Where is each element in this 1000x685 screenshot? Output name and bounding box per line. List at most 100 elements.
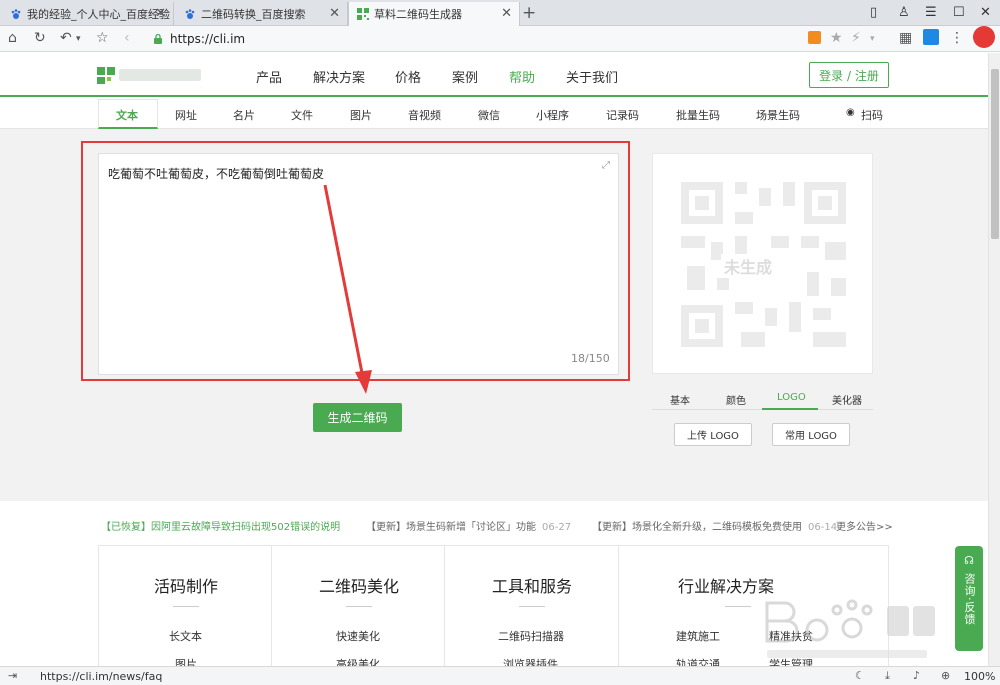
- back-icon[interactable]: ‹: [124, 30, 130, 46]
- close-tab-icon[interactable]: ✕: [155, 6, 166, 21]
- divider: [725, 606, 751, 607]
- tab-batch[interactable]: 批量生码: [676, 107, 720, 123]
- browser-tab-caoliao[interactable]: 草料二维码生成器 ✕: [348, 2, 520, 26]
- browser-status-bar: ⇥ https://cli.im/news/faq ☾ ⤓ ♪ ⊕ 100%: [0, 666, 1000, 685]
- login-register-button[interactable]: 登录 / 注册: [809, 62, 889, 88]
- download-icon[interactable]: ⤓: [885, 669, 890, 683]
- url-bar[interactable]: https://cli.im: [152, 28, 882, 50]
- tab-mini-program[interactable]: 小程序: [536, 107, 569, 123]
- feature-column: 工具和服务 二维码扫描器 浏览器插件: [445, 546, 619, 671]
- caoliao-logo[interactable]: [97, 65, 205, 85]
- device-icon[interactable]: ▯: [870, 5, 877, 20]
- lock-icon: [154, 33, 162, 44]
- address-toolbar: ⌂ ↻ ↶ ▾ ☆ ‹ https://cli.im ★ ⚡ ▾ ▦ ⋮: [0, 26, 1000, 52]
- baidu-watermark-logo: [765, 599, 935, 658]
- divider: [519, 606, 545, 607]
- news-item[interactable]: 【更新】场景生码新增「讨论区」功能 06-27: [366, 518, 571, 533]
- generate-qr-button[interactable]: 生成二维码: [313, 403, 402, 432]
- tab-title: 二维码转换_百度搜索: [201, 8, 306, 21]
- column-title: 活码制作: [154, 577, 219, 596]
- consult-label: 咨询·反馈: [963, 573, 976, 626]
- upload-logo-button[interactable]: 上传 LOGO: [674, 423, 752, 446]
- qr-tab-logo[interactable]: LOGO: [777, 392, 806, 403]
- maximize-icon[interactable]: ☐: [953, 5, 965, 20]
- zoom-level[interactable]: 100%: [964, 670, 995, 683]
- tab-record-code[interactable]: 记录码: [606, 107, 639, 123]
- new-tab-icon[interactable]: +: [522, 3, 536, 23]
- tab-image[interactable]: 图片: [350, 107, 372, 123]
- divider: [346, 606, 372, 607]
- column-title: 工具和服务: [492, 577, 573, 596]
- nav-product[interactable]: 产品: [256, 67, 282, 86]
- common-logo-button[interactable]: 常用 LOGO: [772, 423, 850, 446]
- baidu-paw-icon: [11, 9, 21, 19]
- qr-tab-beautifier[interactable]: 美化器: [832, 392, 862, 407]
- feature-link[interactable]: 二维码扫描器: [498, 628, 564, 644]
- volume-icon[interactable]: ♪: [913, 669, 920, 682]
- baidu-paw-icon: [185, 9, 195, 19]
- rss-icon[interactable]: [808, 31, 821, 44]
- tab-scan[interactable]: 扫码: [861, 107, 883, 123]
- nav-help[interactable]: 帮助: [509, 67, 535, 86]
- tab-text[interactable]: 文本: [116, 107, 138, 123]
- tab-url[interactable]: 网址: [175, 107, 197, 123]
- tab-card[interactable]: 名片: [233, 107, 255, 123]
- close-tab-icon[interactable]: ✕: [501, 6, 512, 21]
- announcement-bar: 【已恢复】因阿里云故障导致扫码出现502错误的说明 【更新】场景生码新增「讨论区…: [0, 501, 988, 545]
- news-item[interactable]: 【已恢复】因阿里云故障导致扫码出现502错误的说明: [101, 518, 340, 533]
- tab-file[interactable]: 文件: [291, 107, 313, 123]
- sidebar-toggle-icon[interactable]: ⇥: [8, 669, 17, 682]
- close-window-icon[interactable]: ✕: [980, 5, 991, 20]
- column-title: 二维码美化: [319, 577, 400, 596]
- page-scrollbar[interactable]: [988, 53, 1000, 666]
- reload-icon[interactable]: ↻: [34, 30, 46, 46]
- zoom-in-icon[interactable]: ⊕: [941, 669, 950, 682]
- grid-icon[interactable]: ▦: [899, 30, 912, 46]
- headset-icon: ☊: [964, 554, 974, 567]
- url-text: https://cli.im: [170, 32, 246, 46]
- qr-tab-basic[interactable]: 基本: [670, 392, 690, 407]
- shirt-skin-icon[interactable]: ♙: [898, 5, 910, 20]
- consult-feedback-button[interactable]: ☊ 咨询·反馈: [955, 546, 983, 651]
- status-url: https://cli.im/news/faq: [40, 670, 163, 683]
- nav-cases[interactable]: 案例: [452, 67, 478, 86]
- tab-wechat[interactable]: 微信: [478, 107, 500, 123]
- browser-tab-baidu-experience[interactable]: 我的经验_个人中心_百度经验 ✕: [2, 2, 174, 26]
- news-item[interactable]: 【更新】场景化全新升级，二维码模板免费使用 06-14: [592, 518, 837, 533]
- scrollbar-thumb[interactable]: [991, 69, 999, 239]
- undo-icon[interactable]: ↶: [60, 30, 72, 46]
- moon-icon[interactable]: ☾: [855, 669, 865, 682]
- menu-icon[interactable]: ☰: [925, 5, 937, 20]
- avatar[interactable]: [973, 26, 995, 48]
- nav-pricing[interactable]: 价格: [395, 67, 421, 86]
- browser-tab-baidu-search[interactable]: 二维码转换_百度搜索 ✕: [176, 2, 348, 26]
- chevron-down-icon[interactable]: ▾: [870, 34, 875, 44]
- nav-about[interactable]: 关于我们: [566, 67, 618, 86]
- feature-column: 二维码美化 快速美化 高级美化: [272, 546, 445, 671]
- tab-audio-video[interactable]: 音视频: [408, 107, 441, 123]
- scan-icon[interactable]: ◉: [846, 107, 855, 118]
- close-tab-icon[interactable]: ✕: [329, 6, 340, 21]
- more-announcements-link[interactable]: 更多公告>>: [836, 518, 893, 533]
- tab-title: 我的经验_个人中心_百度经验: [27, 8, 170, 21]
- nav-solutions[interactable]: 解决方案: [313, 67, 365, 86]
- star-icon[interactable]: ☆: [96, 30, 109, 46]
- extension-icon[interactable]: [923, 29, 939, 45]
- feature-link[interactable]: 长文本: [169, 628, 202, 644]
- lightning-icon[interactable]: ⚡: [851, 30, 861, 46]
- red-arrow: [323, 184, 372, 394]
- menu-dots-icon[interactable]: ⋮: [950, 30, 964, 46]
- chevron-down-icon[interactable]: ▾: [76, 34, 81, 44]
- feature-column: 活码制作 长文本 图片: [99, 546, 272, 671]
- feature-link[interactable]: 建筑施工: [676, 628, 720, 644]
- qr-tab-color[interactable]: 颜色: [726, 392, 746, 407]
- tab-title: 草料二维码生成器: [374, 8, 462, 21]
- tab-scene[interactable]: 场景生码: [756, 107, 800, 123]
- divider: [173, 606, 199, 607]
- qr-preview: 未生成: [652, 153, 873, 374]
- qr-tab-active-indicator: [762, 408, 818, 410]
- feature-link[interactable]: 快速美化: [336, 628, 380, 644]
- browser-tab-bar: 我的经验_个人中心_百度经验 ✕ 二维码转换_百度搜索 ✕ 草料二维码生成器 ✕…: [0, 0, 1000, 26]
- home-icon[interactable]: ⌂: [8, 30, 17, 46]
- bookmark-star-icon[interactable]: ★: [830, 30, 843, 46]
